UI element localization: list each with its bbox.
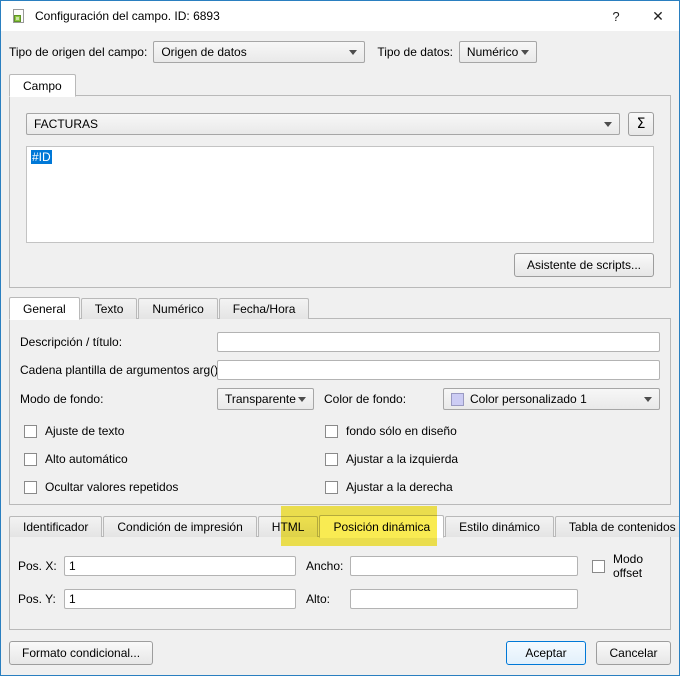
width-label: Ancho: [306,559,350,573]
script-assistant-button[interactable]: Asistente de scripts... [514,253,654,277]
checkbox-label: Ocultar valores repetidos [45,480,178,494]
report-field-icon [10,8,26,24]
tab-posicion-dinamica[interactable]: Posición dinámica [319,515,444,538]
source-type-label: Tipo de origen del campo: [9,45,147,59]
bg-color-dropdown[interactable]: Color personalizado 1 [443,388,660,410]
dataset-value: FACTURAS [34,117,98,131]
description-label: Descripción / título: [20,335,217,349]
close-button[interactable]: ✕ [637,1,679,31]
chevron-down-icon [349,50,357,55]
title-bar: Configuración del campo. ID: 6893 ? ✕ [1,1,679,31]
data-type-label: Tipo de datos: [377,45,453,59]
tab-condicion-impresion[interactable]: Condición de impresión [103,516,256,537]
checkbox-label: Ajustar a la izquierda [346,452,458,466]
checkbox-icon [325,425,338,438]
checkbox-icon [24,425,37,438]
aggregate-sigma-button[interactable]: Σ [628,112,654,136]
dialog-content: Tipo de origen del campo: Origen de dato… [1,31,679,675]
height-input[interactable] [350,589,578,609]
description-row: Descripción / título: [20,332,660,352]
tab-tabla-contenidos[interactable]: Tabla de contenidos [555,516,680,537]
checkbox-label: Modo offset [613,552,662,580]
checkbox-modo-offset[interactable]: Modo offset [592,552,662,580]
checkbox-alto-automatico[interactable]: Alto automático [24,452,325,466]
width-input[interactable] [350,556,578,576]
tab-estilo-dinamico[interactable]: Estilo dinámico [445,516,554,537]
description-input[interactable] [217,332,660,352]
pos-y-input[interactable] [64,589,296,609]
selected-expression-text: #ID [31,150,52,164]
tab-numerico[interactable]: Numérico [138,298,217,319]
source-type-value: Origen de datos [161,45,246,59]
pos-x-label: Pos. X: [18,559,64,573]
accept-button[interactable]: Aceptar [506,641,586,665]
position-tab-pane: Pos. X: Ancho: Modo offset Pos. Y: Alto: [9,536,671,630]
chevron-down-icon [298,397,306,402]
chevron-down-icon [644,397,652,402]
checkbox-label: Ajuste de texto [45,424,124,438]
chevron-down-icon [604,122,612,127]
general-tab-pane: Descripción / título: Cadena plantilla d… [9,318,671,505]
checkbox-label: Ajustar a la derecha [346,480,453,494]
source-type-dropdown[interactable]: Origen de datos [153,41,365,63]
checkbox-ocultar-valores[interactable]: Ocultar valores repetidos [24,480,325,494]
general-tab-widget: General Texto Numérico Fecha/Hora Descri… [9,296,671,505]
checkbox-label: Alto automático [45,452,128,466]
checkbox-fondo-solo-diseno[interactable]: fondo sólo en diseño [325,424,660,438]
template-label: Cadena plantilla de argumentos arg(): [20,363,217,377]
bg-color-value: Color personalizado 1 [470,392,587,406]
tab-texto[interactable]: Texto [81,298,138,319]
bg-mode-label: Modo de fondo: [20,392,217,406]
general-tab-bar: General Texto Numérico Fecha/Hora [9,296,671,319]
dataset-dropdown[interactable]: FACTURAS [26,113,620,135]
checkbox-icon [592,560,605,573]
tab-html[interactable]: HTML [258,516,319,537]
expression-editor[interactable]: #ID [26,146,654,243]
checkbox-grid: Ajuste de texto fondo sólo en diseño Alt… [20,424,660,494]
chevron-down-icon [521,50,529,55]
checkbox-ajustar-izquierda[interactable]: Ajustar a la izquierda [325,452,660,466]
help-button[interactable]: ? [595,1,637,31]
checkbox-label: fondo sólo en diseño [346,424,457,438]
checkbox-ajuste-de-texto[interactable]: Ajuste de texto [24,424,325,438]
source-type-row: Tipo de origen del campo: Origen de dato… [9,39,671,65]
pos-y-label: Pos. Y: [18,592,64,606]
background-row: Modo de fondo: Transparente Color de fon… [20,388,660,410]
dataset-row: FACTURAS Σ [26,112,654,136]
template-row: Cadena plantilla de argumentos arg(): [20,360,660,380]
tab-general[interactable]: General [9,297,80,320]
tab-identificador[interactable]: Identificador [9,516,102,537]
template-input[interactable] [217,360,660,380]
checkbox-ajustar-derecha[interactable]: Ajustar a la derecha [325,480,660,494]
field-configuration-dialog: Configuración del campo. ID: 6893 ? ✕ Ti… [0,0,680,676]
dialog-title: Configuración del campo. ID: 6893 [35,9,595,23]
position-tab-widget: Identificador Condición de impresión HTM… [9,514,671,630]
data-type-value: Numérico [467,45,518,59]
pos-y-row: Pos. Y: Alto: [18,589,662,609]
data-type-dropdown[interactable]: Numérico [459,41,537,63]
bg-color-label: Color de fondo: [314,392,443,406]
checkbox-icon [24,481,37,494]
conditional-format-button[interactable]: Formato condicional... [9,641,153,665]
pos-x-row: Pos. X: Ancho: Modo offset [18,552,662,580]
campo-tab-widget: Campo FACTURAS Σ #ID Asistente de script… [9,73,671,288]
pos-x-input[interactable] [64,556,296,576]
campo-tab-pane: FACTURAS Σ #ID Asistente de scripts... [9,95,671,288]
height-label: Alto: [306,592,350,606]
tab-campo[interactable]: Campo [9,74,76,97]
checkbox-icon [24,453,37,466]
footer-button-row: Formato condicional... Aceptar Cancelar [9,641,671,665]
position-tab-bar: Identificador Condición de impresión HTM… [9,514,671,537]
campo-tab-bar: Campo [9,73,671,96]
checkbox-icon [325,453,338,466]
color-swatch-icon [451,393,464,406]
bg-mode-dropdown[interactable]: Transparente [217,388,314,410]
checkbox-icon [325,481,338,494]
tab-fecha-hora[interactable]: Fecha/Hora [219,298,310,319]
assistant-row: Asistente de scripts... [26,253,654,277]
cancel-button[interactable]: Cancelar [596,641,671,665]
bg-mode-value: Transparente [225,392,296,406]
